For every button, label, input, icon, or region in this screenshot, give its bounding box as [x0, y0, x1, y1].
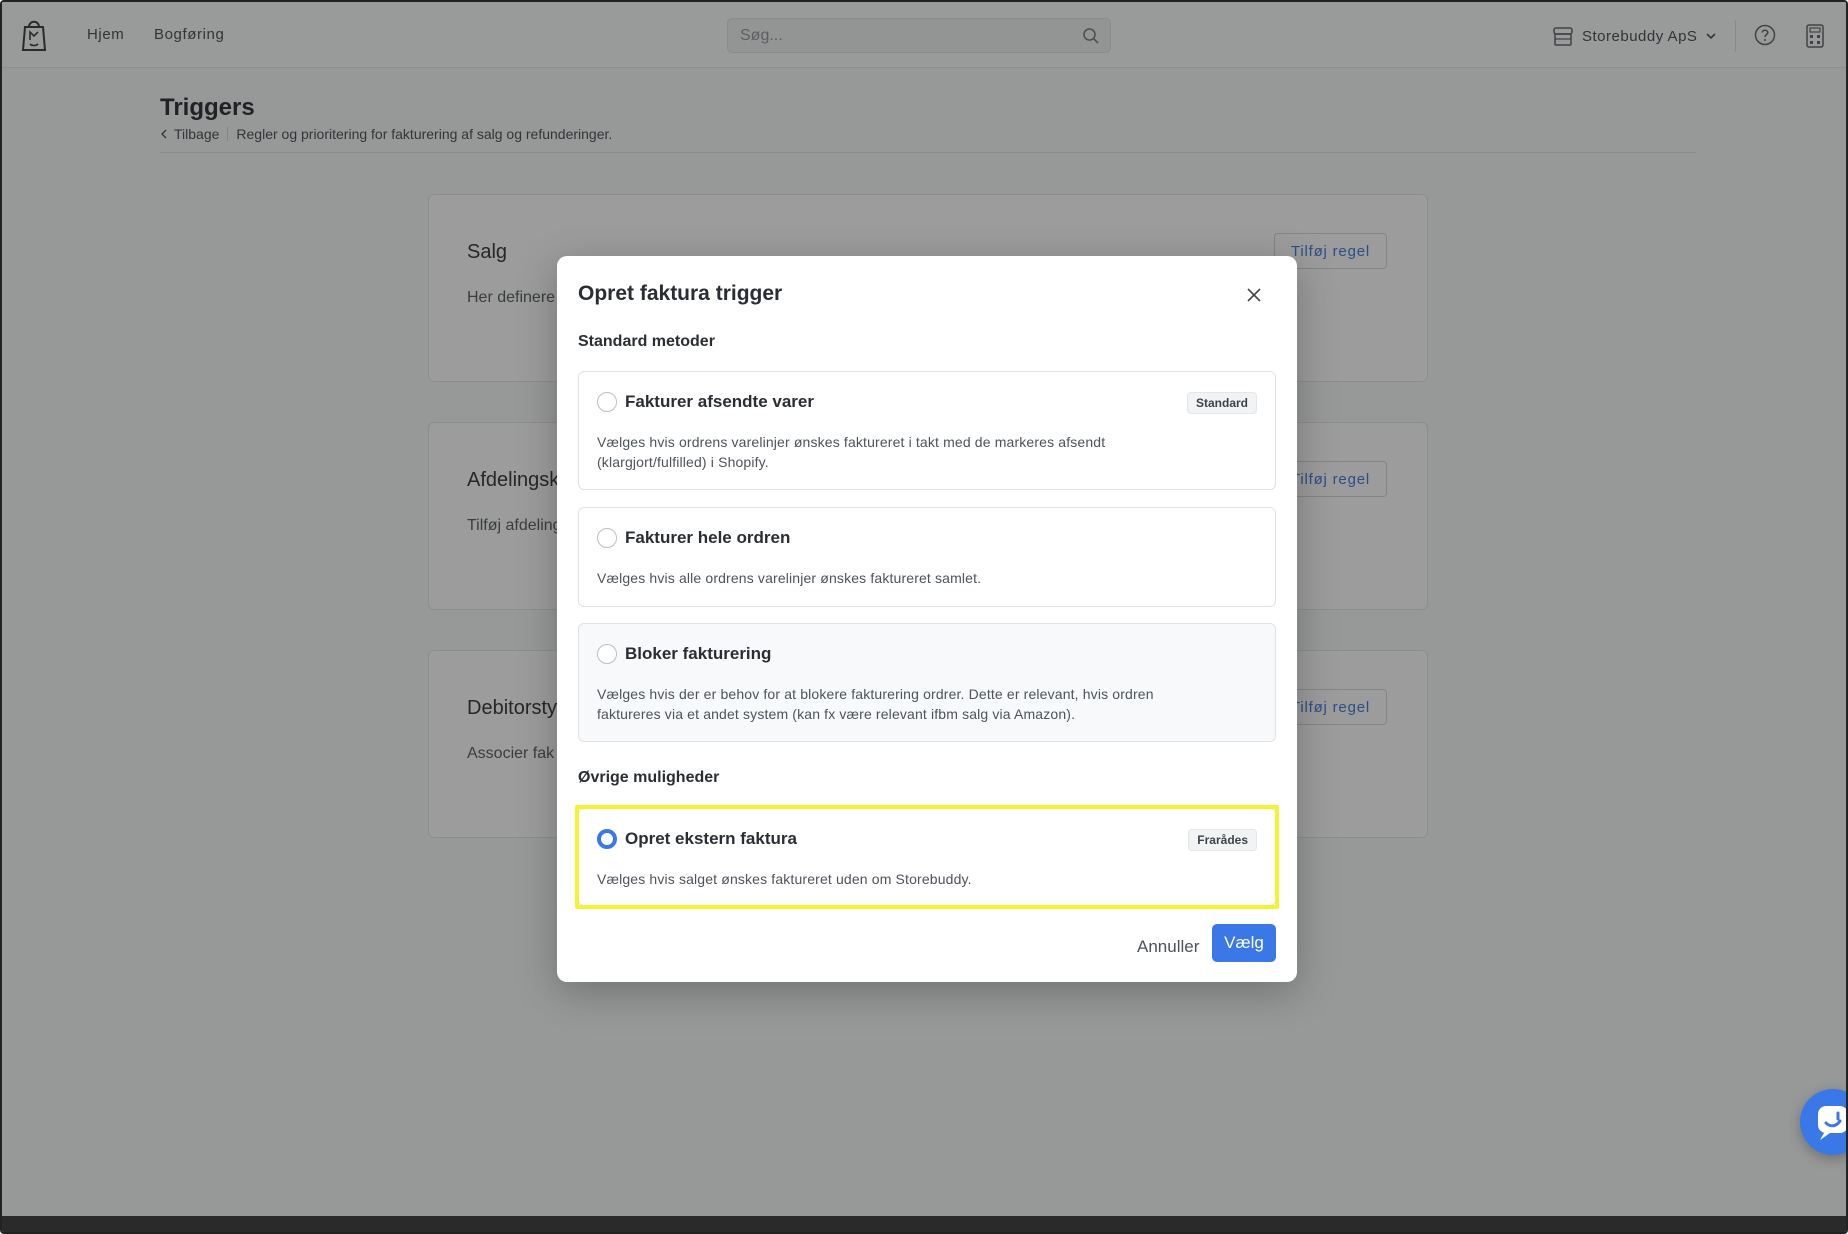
status-badge: Frarådes — [1188, 829, 1257, 851]
radio-button-selected[interactable] — [597, 829, 617, 849]
modal-title: Opret faktura trigger — [578, 282, 783, 305]
option-invoice-shipped-items[interactable]: Fakturer afsendte varer Standard Vælges … — [578, 371, 1276, 490]
option-title: Bloker fakturering — [625, 644, 772, 663]
cancel-button[interactable]: Annuller — [1127, 928, 1209, 966]
status-badge: Standard — [1186, 392, 1257, 414]
option-block-invoicing[interactable]: Bloker fakturering Vælges hvis der er be… — [578, 623, 1276, 742]
option-title: Fakturer hele ordren — [625, 528, 791, 547]
option-description: Vælges hvis alle ordrens varelinjer ønsk… — [597, 570, 982, 586]
option-description: Vælges hvis salget ønskes faktureret ude… — [597, 871, 972, 887]
close-icon[interactable] — [1245, 286, 1263, 304]
app-window: Hjem Bogføring Storebuddy ApS — [0, 0, 1848, 1234]
option-description: Vælges hvis ordrens varelinjer ønskes fa… — [597, 434, 1106, 470]
radio-button[interactable] — [597, 392, 617, 412]
choose-button[interactable]: Vælg — [1212, 924, 1276, 962]
chat-icon — [1818, 1106, 1846, 1140]
option-invoice-whole-order[interactable]: Fakturer hele ordren Vælges hvis alle or… — [578, 507, 1276, 607]
radio-button[interactable] — [597, 528, 617, 548]
option-title: Opret ekstern faktura — [625, 829, 797, 848]
section-standard-methods: Standard metoder — [578, 333, 715, 350]
option-create-external-invoice[interactable]: Opret ekstern faktura Frarådes Vælges hv… — [578, 808, 1276, 906]
option-description: Vælges hvis der er behov for at blokere … — [597, 686, 1154, 722]
chat-button[interactable] — [1800, 1089, 1846, 1155]
section-other-options: Øvrige muligheder — [578, 769, 720, 786]
radio-button[interactable] — [597, 644, 617, 664]
option-title: Fakturer afsendte varer — [625, 392, 814, 411]
create-invoice-trigger-modal: Opret faktura trigger Standard metoder F… — [557, 256, 1297, 982]
bottom-strip — [2, 1216, 1846, 1232]
